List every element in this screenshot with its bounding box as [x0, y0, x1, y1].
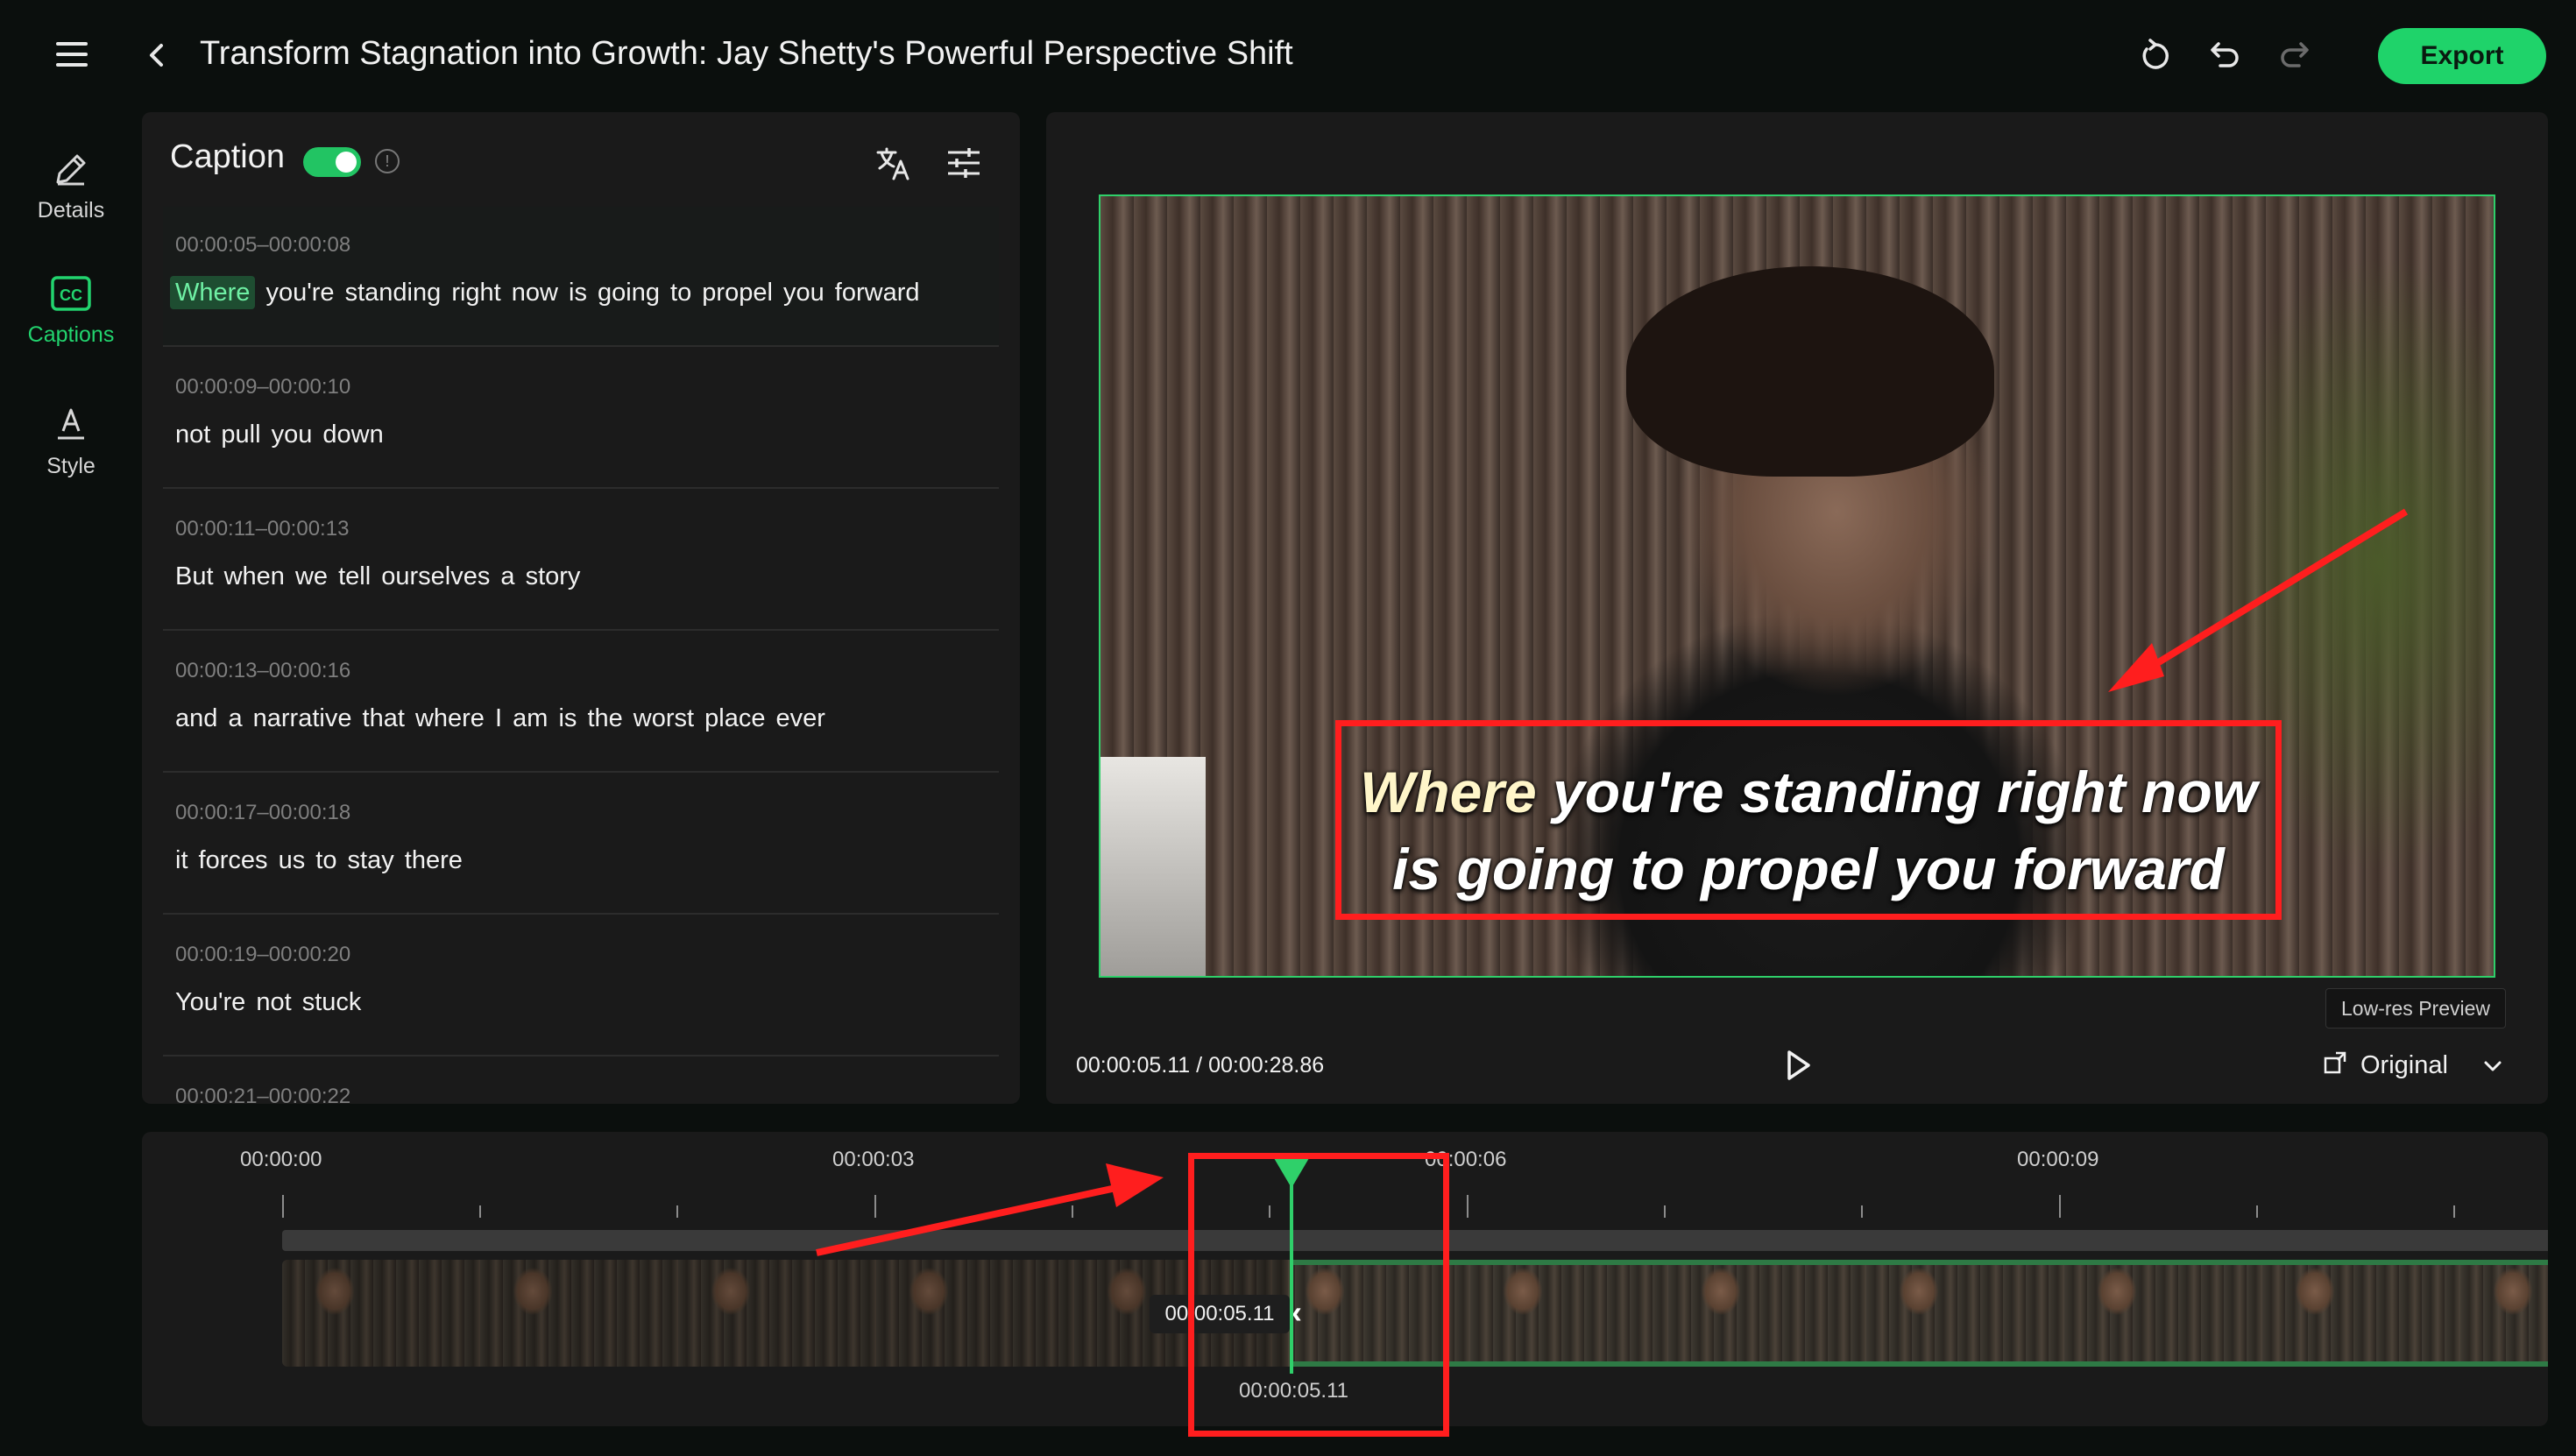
- page-title: Transform Stagnation into Growth: Jay Sh…: [200, 35, 1293, 72]
- preview-panel: Low-res Preview 00:00:05.11 / 00:00:28.8…: [1046, 112, 2548, 1104]
- pencil-icon: [9, 149, 133, 189]
- time-separator: /: [1190, 1053, 1209, 1078]
- settings-sliders-icon[interactable]: [945, 144, 983, 182]
- subtitle-line-1: Where you're standing right now: [1341, 753, 2276, 830]
- sidebar-item-style[interactable]: Style: [9, 405, 133, 479]
- caption-item[interactable]: 00:00:11–00:00:13 But when we tell ourse…: [163, 491, 999, 631]
- annotation-highlight-box: [1188, 1153, 1449, 1437]
- caption-item[interactable]: 00:00:09–00:00:10 not pull you down: [163, 349, 999, 489]
- reset-icon[interactable]: [2134, 35, 2176, 77]
- info-icon[interactable]: !: [375, 149, 400, 173]
- export-button[interactable]: Export: [2378, 28, 2546, 84]
- caption-timestamp: 00:00:09–00:00:10: [175, 375, 351, 399]
- lowres-preview-badge: Low-res Preview: [2325, 988, 2506, 1028]
- sidebar-item-label: Details: [37, 198, 105, 223]
- caption-item[interactable]: 00:00:17–00:00:18 it forces us to stay t…: [163, 774, 999, 915]
- menu-icon[interactable]: [53, 39, 95, 72]
- total-duration: 00:00:28.86: [1208, 1053, 1325, 1078]
- translate-icon[interactable]: [874, 144, 913, 182]
- caption-list: 00:00:05–00:00:08 Where you're standing …: [163, 207, 999, 1104]
- caption-panel-title: Caption: [170, 138, 285, 175]
- caption-text[interactable]: it forces us to stay there: [175, 846, 463, 875]
- caption-highlight-word: Where: [170, 276, 256, 309]
- caption-item[interactable]: 00:00:13–00:00:16 and a narrative that w…: [163, 633, 999, 773]
- caption-text[interactable]: not pull you down: [175, 421, 384, 449]
- caption-timestamp: 00:00:13–00:00:16: [175, 659, 351, 682]
- chevron-down-icon[interactable]: [2480, 1053, 2506, 1079]
- current-time: 00:00:05.11: [1076, 1053, 1191, 1078]
- text-style-icon: [9, 405, 133, 445]
- sidebar-item-label: Captions: [27, 322, 115, 347]
- caption-panel: Caption ! 00:00:05–00:00:08 Where you're…: [142, 112, 1020, 1104]
- caption-timestamp: 00:00:17–00:00:18: [175, 801, 351, 824]
- subtitle-line-2: is going to propel you forward: [1392, 837, 2225, 901]
- cc-icon: CC: [9, 273, 133, 314]
- back-arrow-icon[interactable]: [140, 37, 175, 74]
- caption-text[interactable]: But when we tell ourselves a story: [175, 562, 580, 591]
- caption-text[interactable]: You're not stuck: [175, 988, 361, 1017]
- caption-timestamp: 00:00:21–00:00:22: [175, 1085, 351, 1104]
- caption-text[interactable]: Where you're standing right now is going…: [170, 276, 920, 309]
- playback-time: 00:00:05.11 / 00:00:28.86: [1076, 1053, 1324, 1078]
- aspect-ratio-select[interactable]: Original: [2360, 1051, 2448, 1080]
- sidebar-item-label: Style: [46, 454, 96, 478]
- subtitle-highlight-word: Where: [1359, 760, 1537, 824]
- caption-toggle[interactable]: [303, 147, 361, 177]
- sidebar-item-details[interactable]: Details: [9, 149, 133, 223]
- redo-icon[interactable]: [2273, 35, 2315, 77]
- caption-timestamp: 00:00:19–00:00:20: [175, 943, 351, 966]
- caption-text[interactable]: and a narrative that where I am is the w…: [175, 704, 825, 733]
- caption-timestamp: 00:00:05–00:00:08: [175, 233, 351, 257]
- caption-item[interactable]: 00:00:21–00:00:22: [163, 1058, 999, 1104]
- video-subtitle: Where you're standing right now is going…: [1341, 753, 2276, 908]
- undo-icon[interactable]: [2204, 35, 2247, 77]
- caption-item[interactable]: 00:00:19–00:00:20 You're not stuck: [163, 916, 999, 1057]
- caption-item[interactable]: 00:00:05–00:00:08 Where you're standing …: [163, 207, 999, 347]
- play-icon[interactable]: [1779, 1046, 1817, 1085]
- svg-text:CC: CC: [60, 286, 82, 304]
- sidebar-item-captions[interactable]: CC Captions: [9, 273, 133, 348]
- aspect-ratio-icon[interactable]: [2322, 1050, 2350, 1078]
- caption-timestamp: 00:00:11–00:00:13: [175, 517, 350, 541]
- subtitle-line-1-rest: you're standing right now: [1536, 760, 2258, 824]
- caption-text-rest: you're standing right now is going to pr…: [255, 279, 920, 307]
